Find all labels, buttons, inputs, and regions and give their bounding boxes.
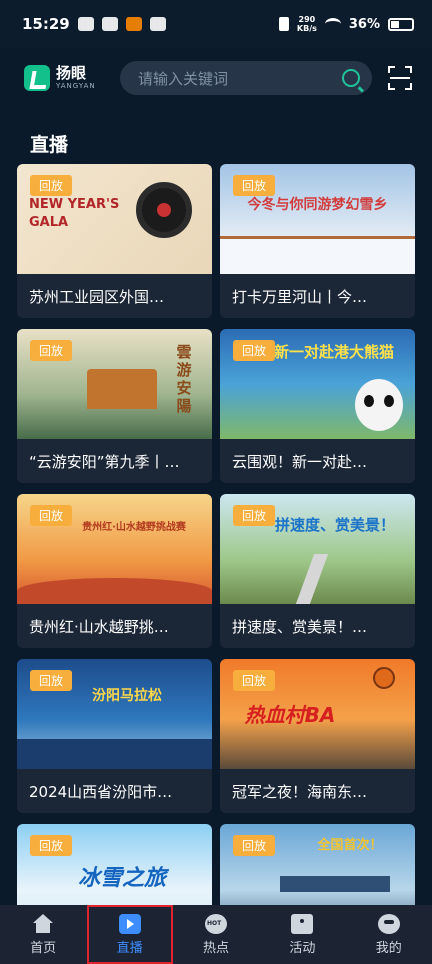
search-icon[interactable]	[342, 69, 360, 87]
card-title: 拼速度、赏美景！…	[232, 617, 368, 636]
logo-name: 扬眼	[56, 64, 87, 82]
search-input[interactable]: 请输入关键词	[120, 61, 372, 95]
wifi-icon	[324, 18, 341, 30]
card-thumbnail: 雲游安陽 回放	[17, 329, 212, 439]
replay-badge: 回放	[233, 505, 276, 526]
tab-me[interactable]: 我的	[346, 905, 432, 964]
replay-badge: 回放	[233, 175, 276, 196]
vinyl-record-icon	[136, 182, 192, 238]
basketball-icon	[373, 667, 395, 689]
card-title: 打卡万里河山丨今…	[232, 287, 368, 306]
tab-live[interactable]: 直播	[86, 905, 173, 964]
replay-badge: 回放	[30, 340, 73, 361]
home-icon	[32, 913, 54, 934]
thumbnail-text: 热血村BA	[244, 703, 336, 727]
card-thumbnail: 汾阳马拉松 回放	[17, 659, 212, 769]
app-notification-icon	[101, 17, 118, 31]
live-card[interactable]: 汾阳马拉松 回放 2024山西省汾阳市…	[17, 659, 212, 813]
status-right: 290 KB/s 36%	[278, 15, 414, 33]
activity-icon	[291, 913, 314, 934]
live-icon	[118, 913, 141, 934]
card-title: 苏州工业园区外国…	[29, 287, 165, 306]
tab-home[interactable]: 首页	[0, 905, 86, 964]
replay-badge: 回放	[30, 175, 73, 196]
notification-icon	[77, 17, 94, 31]
card-thumbnail: 热血村BA 回放	[220, 659, 415, 769]
search-placeholder: 请输入关键词	[138, 69, 229, 88]
card-thumbnail: 新一对赴港大熊猫 回放	[220, 329, 415, 439]
tab-activity[interactable]: 活动	[259, 905, 345, 964]
live-card[interactable]: NEW YEAR'S GALA 回放 苏州工业园区外国…	[17, 164, 212, 318]
live-list: NEW YEAR'S GALA 回放 苏州工业园区外国… 今冬与你同游梦幻雪乡 …	[17, 164, 415, 964]
logo-text: 扬眼 YANGYAN	[56, 66, 96, 90]
thumbnail-text: 贵州红·山水越野挑战赛	[82, 522, 186, 533]
top-header: 扬眼 YANGYAN 请输入关键词	[0, 48, 432, 108]
thumbnail-text: 雲游安陽	[176, 343, 192, 415]
hot-icon	[204, 913, 227, 934]
card-title: “云游安阳”第九季丨…	[29, 452, 180, 471]
live-card[interactable]: 雲游安陽 回放 “云游安阳”第九季丨…	[17, 329, 212, 483]
scan-icon[interactable]	[388, 66, 412, 90]
live-card[interactable]: 拼速度、赏美景！ 回放 拼速度、赏美景！…	[220, 494, 415, 648]
thumbnail-text: 今冬与你同游梦幻雪乡	[247, 197, 388, 213]
thumbnail-text: 汾阳马拉松	[92, 688, 162, 704]
card-thumbnail: NEW YEAR'S GALA 回放	[17, 164, 212, 274]
replay-badge: 回放	[233, 340, 276, 361]
tab-label: 热点	[202, 940, 229, 956]
thumbnail-text: 拼速度、赏美景！	[274, 516, 395, 534]
section-title: 直播	[30, 134, 69, 156]
status-time: 15:29	[22, 15, 70, 33]
replay-badge: 回放	[233, 835, 276, 856]
logo-mark-icon	[24, 65, 50, 91]
bottom-tab-bar: 首页 直播 热点 活动 我的	[0, 905, 432, 964]
thumbnail-text: 全国首次！	[317, 838, 383, 853]
status-left: 15:29	[22, 15, 166, 33]
thumbnail-text: 冰雪之旅	[77, 866, 166, 891]
card-thumbnail: 今冬与你同游梦幻雪乡 回放	[220, 164, 415, 274]
taobao-notification-icon	[125, 17, 142, 31]
tab-label: 活动	[289, 940, 316, 956]
network-speed-unit: KB/s	[296, 24, 317, 33]
replay-badge: 回放	[233, 670, 276, 691]
battery-icon	[388, 17, 414, 31]
replay-badge: 回放	[30, 670, 73, 691]
tab-label: 我的	[375, 940, 402, 956]
card-title: 2024山西省汾阳市…	[29, 782, 173, 801]
logo-subname: YANGYAN	[56, 82, 96, 90]
battery-text: 36%	[348, 16, 380, 32]
thumbnail-text: 新一对赴港大熊猫	[273, 343, 394, 361]
network-speed-value: 290	[298, 15, 316, 24]
me-icon	[377, 913, 400, 934]
live-card[interactable]: 热血村BA 回放 冠军之夜！海南东…	[220, 659, 415, 813]
message-notification-icon	[149, 17, 166, 31]
app-logo[interactable]: 扬眼 YANGYAN	[24, 65, 114, 91]
live-card[interactable]: 贵州红·山水越野挑战赛 回放 贵州红·山水越野挑…	[17, 494, 212, 648]
card-title: 云围观！新一对赴…	[232, 452, 368, 471]
panda-icon	[355, 379, 403, 431]
network-speed: 290 KB/s	[297, 15, 317, 33]
vibrate-icon	[278, 17, 289, 31]
thumbnail-text: NEW YEAR'S GALA	[29, 197, 120, 230]
live-card[interactable]: 新一对赴港大熊猫 回放 云围观！新一对赴…	[220, 329, 415, 483]
live-card[interactable]: 今冬与你同游梦幻雪乡 回放 打卡万里河山丨今…	[220, 164, 415, 318]
status-bar: 15:29 290 KB/s 36%	[0, 0, 432, 48]
card-thumbnail: 贵州红·山水越野挑战赛 回放	[17, 494, 212, 604]
tab-label: 首页	[30, 940, 57, 956]
card-title: 贵州红·山水越野挑…	[29, 617, 169, 636]
tab-label: 直播	[116, 940, 143, 956]
tab-hot[interactable]: 热点	[173, 905, 259, 964]
replay-badge: 回放	[30, 835, 73, 856]
card-thumbnail: 拼速度、赏美景！ 回放	[220, 494, 415, 604]
replay-badge: 回放	[30, 505, 73, 526]
card-title: 冠军之夜！海南东…	[232, 782, 368, 801]
